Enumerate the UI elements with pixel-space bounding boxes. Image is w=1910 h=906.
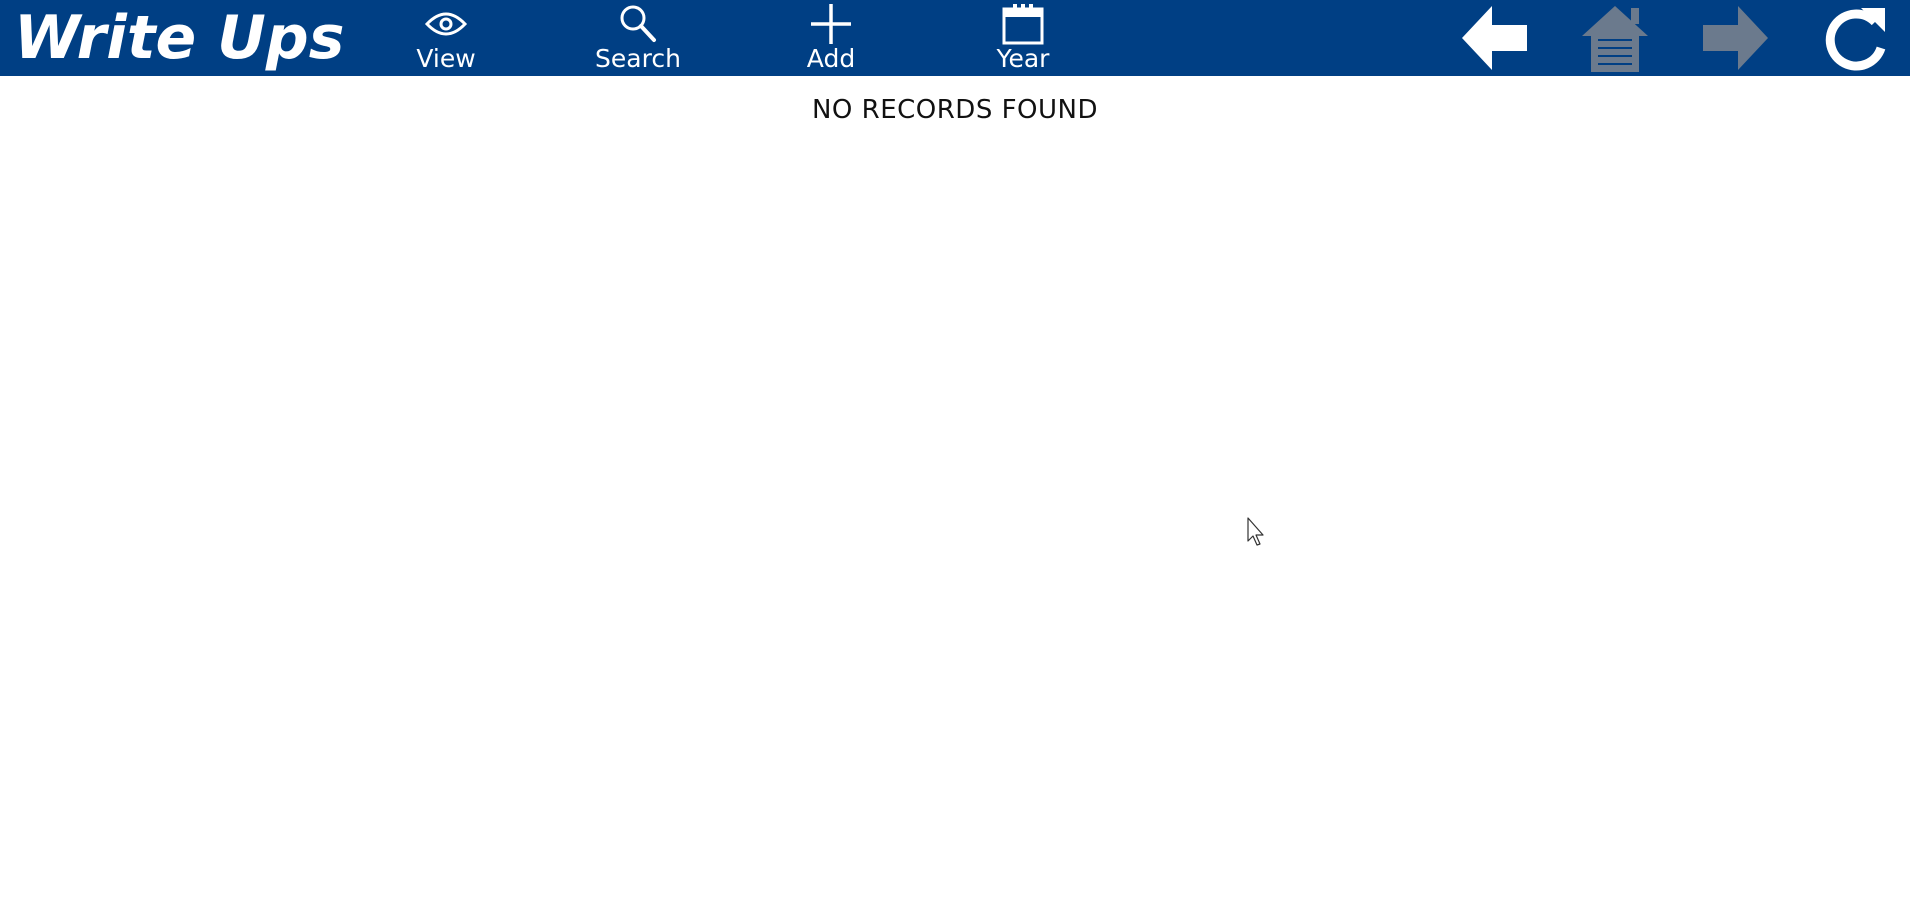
add-label: Add: [806, 44, 856, 73]
top-toolbar: Write Ups View Search Add Year: [0, 0, 1910, 76]
home-icon: [1582, 6, 1648, 72]
refresh-button[interactable]: [1819, 2, 1891, 74]
mouse-cursor-icon: [1247, 517, 1264, 546]
year-button[interactable]: Year: [990, 0, 1056, 76]
app-title: Write Ups: [14, 3, 345, 73]
arrow-left-icon: [1462, 6, 1527, 70]
magnifier-icon: [620, 5, 656, 42]
search-button[interactable]: Search: [588, 0, 688, 76]
forward-button[interactable]: [1699, 2, 1771, 74]
view-label: View: [416, 44, 476, 73]
back-button[interactable]: [1459, 2, 1531, 74]
year-label: Year: [996, 44, 1050, 73]
search-label: Search: [595, 44, 681, 73]
eye-icon: [424, 12, 468, 36]
arrow-right-icon: [1703, 6, 1768, 70]
empty-state: NO RECORDS FOUND: [0, 95, 1910, 125]
view-button[interactable]: View: [413, 0, 479, 76]
no-records-message: NO RECORDS FOUND: [811, 95, 1099, 125]
refresh-icon: [1825, 8, 1886, 71]
calendar-icon: [1002, 4, 1044, 45]
add-button[interactable]: Add: [800, 0, 862, 76]
home-button[interactable]: [1579, 2, 1651, 74]
plus-icon: [811, 4, 851, 44]
